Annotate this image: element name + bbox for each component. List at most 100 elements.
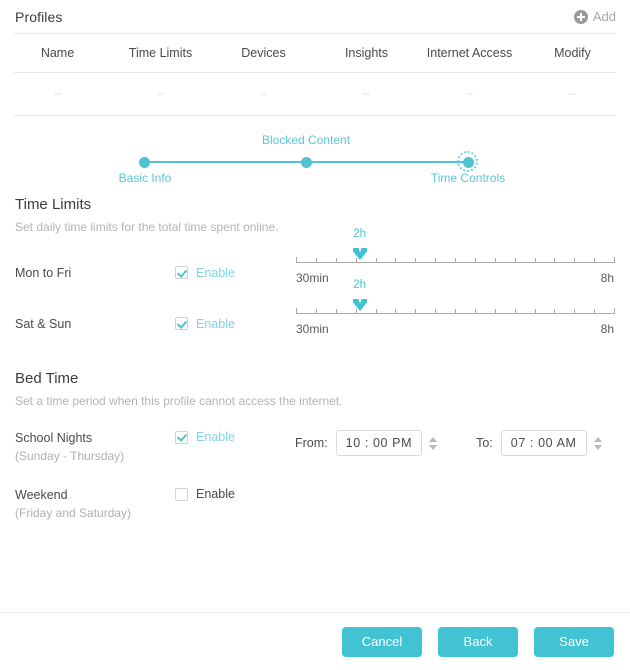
slider-tick	[534, 258, 536, 263]
add-button-label: Add	[592, 9, 616, 24]
checkbox-icon	[175, 317, 188, 330]
cell-internet-access: --	[465, 88, 474, 100]
enable-checkbox-weekend-limit[interactable]: Enable	[175, 317, 295, 331]
bed-time-row-weekend: Weekend (Friday and Saturday) Enable	[0, 487, 630, 521]
slider-tick	[474, 258, 476, 263]
slider-tick	[315, 258, 317, 263]
bed-time-title: Bed Time	[15, 370, 79, 387]
bed-time-label-weekend: Weekend (Friday and Saturday)	[15, 487, 175, 521]
cell-time-limits: --	[156, 88, 165, 100]
slider-tick	[435, 258, 437, 263]
profiles-table-header: Name Time Limits Devices Insights Intern…	[0, 34, 630, 72]
add-profile-button[interactable]: Add	[573, 9, 616, 24]
enable-label: Enable	[196, 265, 235, 280]
back-button[interactable]: Back	[438, 626, 518, 657]
time-limit-slider-weekday[interactable]: 2h 30min 8h	[296, 228, 615, 285]
checkbox-icon	[175, 266, 188, 279]
enable-checkbox-weekend-bedtime[interactable]: Enable	[175, 487, 295, 501]
checkbox-icon	[175, 487, 188, 501]
step-dot-blocked-content[interactable]	[300, 156, 312, 168]
time-limit-slider-weekend[interactable]: 2h 30min 8h	[296, 279, 615, 336]
step-label-time-controls: Time Controls	[430, 171, 506, 185]
time-limit-label-weekday: Mon to Fri	[15, 265, 72, 280]
slider-tick	[534, 309, 536, 314]
slider-tick	[574, 258, 576, 263]
table-row[interactable]: -- -- -- -- -- --	[0, 73, 630, 115]
bed-time-row-school-nights: School Nights (Sunday - Thursday) Enable…	[0, 430, 630, 464]
step-dot-time-controls[interactable]	[456, 150, 478, 172]
time-limit-row-weekday: Mon to Fri Enable 2h 30min 8h	[0, 228, 630, 285]
to-time-input[interactable]: 07 : 00 AM	[500, 430, 587, 456]
slider-handle[interactable]	[352, 247, 368, 261]
to-time-stepper[interactable]	[593, 436, 602, 450]
enable-checkbox-school-nights[interactable]: Enable	[175, 430, 295, 444]
from-time-input[interactable]: 10 : 00 PM	[335, 430, 423, 456]
bed-time-label-school-nights: School Nights (Sunday - Thursday)	[15, 430, 175, 464]
cell-devices: --	[259, 88, 268, 100]
slider-tick	[335, 258, 337, 263]
page-title: Profiles	[15, 8, 63, 25]
bed-time-label-main: School Nights	[15, 431, 93, 445]
enable-checkbox-weekday[interactable]: Enable	[175, 266, 295, 280]
slider-tick	[355, 258, 357, 263]
step-dot-basic-info[interactable]	[138, 156, 150, 168]
chevron-up-icon[interactable]	[593, 436, 602, 442]
chevron-down-icon[interactable]	[593, 444, 602, 450]
bed-time-from-group: From: 10 : 00 PM	[295, 430, 438, 456]
bed-time-description: Set a time period when this profile cann…	[15, 394, 343, 408]
slider-tick	[614, 308, 615, 314]
slider-tick	[474, 309, 476, 314]
slider-tick	[315, 309, 317, 314]
column-header-time-limits: Time Limits	[128, 46, 193, 60]
time-limits-title: Time Limits	[15, 196, 92, 213]
wizard-stepper: Blocked Content Basic Info Time Controls	[0, 118, 630, 190]
panel-header: Profiles Add	[0, 0, 630, 33]
chevron-up-icon[interactable]	[429, 436, 438, 442]
slider-tick	[296, 308, 297, 314]
slider-min-label: 30min	[296, 271, 329, 285]
table-bottom-divider	[14, 115, 616, 116]
enable-label: Enable	[196, 316, 235, 331]
to-label: To:	[476, 436, 493, 450]
slider-tick	[355, 309, 357, 314]
cell-modify: --	[568, 88, 577, 100]
enable-label: Enable	[196, 487, 235, 501]
chevron-down-icon[interactable]	[429, 444, 438, 450]
from-time-stepper[interactable]	[429, 436, 438, 450]
slider-tick	[514, 258, 516, 263]
plus-circle-icon	[573, 9, 588, 24]
column-header-devices: Devices	[241, 46, 286, 60]
save-button[interactable]: Save	[534, 626, 614, 657]
slider-tick	[415, 258, 417, 263]
slider-tick	[514, 309, 516, 314]
bed-time-label-main: Weekend	[15, 488, 68, 502]
slider-tick	[594, 309, 596, 314]
slider-handle[interactable]	[352, 298, 368, 312]
slider-track[interactable]	[296, 248, 615, 263]
slider-tick	[494, 258, 496, 263]
column-header-insights: Insights	[344, 46, 389, 60]
slider-tick	[614, 257, 615, 263]
bed-time-to-group: To: 07 : 00 AM	[476, 430, 602, 456]
slider-tick	[594, 258, 596, 263]
slider-tick	[335, 309, 337, 314]
time-limit-row-weekend: Sat & Sun Enable 2h 30min 8h	[0, 279, 630, 336]
slider-tick	[395, 309, 397, 314]
cancel-button[interactable]: Cancel	[342, 626, 422, 657]
slider-max-label: 8h	[600, 322, 614, 336]
slider-max-label: 8h	[600, 271, 614, 285]
slider-value-weekend: 2h	[353, 279, 366, 291]
time-limits-description: Set daily time limits for the total time…	[15, 220, 279, 234]
slider-tick	[554, 309, 556, 314]
slider-track[interactable]	[296, 299, 615, 314]
slider-tick	[375, 258, 377, 263]
column-header-name: Name	[40, 46, 75, 60]
slider-tick	[455, 309, 456, 314]
step-label-basic-info: Basic Info	[118, 171, 172, 185]
step-label-blocked-content: Blocked Content	[261, 133, 351, 147]
slider-tick	[435, 309, 437, 314]
slider-tick	[395, 258, 397, 263]
slider-value-weekday: 2h	[353, 228, 366, 240]
slider-tick	[554, 258, 556, 263]
footer-actions: Cancel Back Save	[0, 612, 630, 670]
